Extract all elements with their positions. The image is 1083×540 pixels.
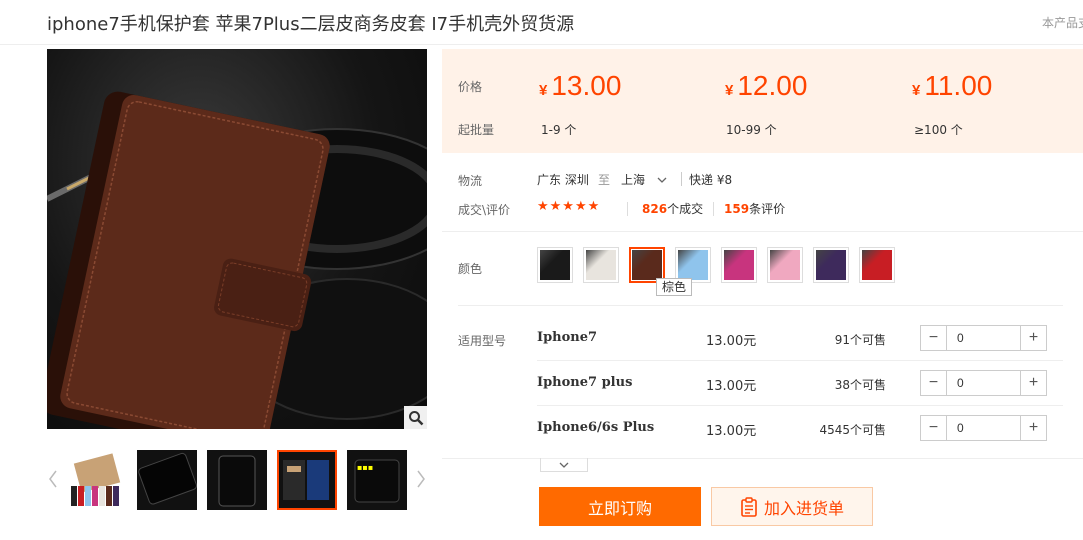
header-divider: [0, 44, 1083, 45]
logistics-divider: [681, 172, 682, 186]
color-swatch-image: [678, 250, 708, 280]
model-row-divider: [537, 360, 1063, 361]
range-tier-2: 10-99 个: [726, 123, 777, 137]
thumbnail-2[interactable]: [137, 450, 197, 510]
model-name: Iphone6/6s Plus: [537, 420, 655, 435]
price-tier-3: ¥11.00: [912, 70, 993, 101]
price-label: 价格: [458, 80, 483, 94]
model-name: Iphone7 plus: [537, 375, 633, 390]
review-count[interactable]: 159条评价: [724, 200, 785, 217]
quantity-stepper: −0 +: [920, 370, 1047, 396]
product-title: iphone7手机保护套 苹果7Plus二层皮商务皮套 I7手机壳外贸货源: [47, 14, 575, 35]
color-swatch-red[interactable]: [859, 247, 895, 283]
chevron-down-icon: [559, 462, 569, 468]
color-swatch-black[interactable]: [537, 247, 573, 283]
decrement-button[interactable]: −: [921, 371, 947, 395]
magnifier-icon: [408, 410, 423, 425]
thumbnail-4[interactable]: [277, 450, 337, 510]
model-stock: 4545个可售: [819, 423, 886, 437]
chevron-left-icon: [49, 470, 57, 488]
color-label: 颜色: [458, 262, 483, 276]
model-stock: 38个可售: [834, 378, 886, 392]
quantity-input[interactable]: 0: [947, 326, 1020, 350]
rating-stars: ★★★★★: [537, 199, 601, 214]
model-label: 适用型号: [458, 334, 507, 348]
model-name: Iphone7: [537, 330, 598, 345]
color-divider: [458, 305, 1063, 306]
ship-method: 快递 ¥8: [689, 173, 733, 187]
color-swatch-image: [632, 250, 662, 280]
decrement-button[interactable]: −: [921, 326, 947, 350]
chevron-down-icon: [657, 177, 667, 183]
thumbnail-3[interactable]: [207, 450, 267, 510]
chevron-right-icon: [417, 470, 425, 488]
range-tier-1: 1-9 个: [541, 123, 577, 137]
ship-to-value: 上海: [621, 173, 646, 187]
color-swatch-image: [862, 250, 892, 280]
ship-from: 广东 深圳: [537, 173, 589, 187]
clipboard-icon: [741, 496, 757, 517]
price-tier-1: ¥13.00: [539, 70, 622, 101]
ship-to-select[interactable]: 上海: [621, 171, 673, 188]
model-price: 13.00元: [706, 334, 757, 349]
reviews-divider-1: [627, 202, 628, 216]
thumbnail-5[interactable]: ▪▪▪: [347, 450, 407, 510]
color-swatch-image: [724, 250, 754, 280]
main-product-image[interactable]: [47, 49, 427, 429]
add-to-cart-button[interactable]: 加入进货单: [711, 487, 873, 526]
logistics-label: 物流: [458, 174, 483, 188]
report-link[interactable]: 本产品支: [1042, 14, 1083, 31]
decrement-button[interactable]: −: [921, 416, 947, 440]
thumb-next-button[interactable]: [414, 466, 428, 492]
price-tier-2: ¥12.00: [725, 70, 808, 101]
expand-models-button[interactable]: [540, 458, 588, 472]
quantity-input[interactable]: 0: [947, 371, 1020, 395]
svg-text:▪▪▪: ▪▪▪: [357, 463, 373, 472]
reviews-label: 成交\评价: [458, 203, 511, 217]
color-tooltip: 棕色: [656, 278, 693, 296]
moq-label: 起批量: [458, 123, 495, 137]
model-stock: 91个可售: [834, 333, 886, 347]
color-swatch-image: [540, 250, 570, 280]
ship-to-word: 至: [598, 173, 611, 187]
quantity-stepper: −0 +: [920, 325, 1047, 351]
color-swatch-image: [770, 250, 800, 280]
quantity-stepper: −0 +: [920, 415, 1047, 441]
thumb-prev-button[interactable]: [46, 466, 60, 492]
color-swatch-pink[interactable]: [767, 247, 803, 283]
range-tier-3: ≥100 个: [914, 123, 963, 137]
increment-button[interactable]: +: [1020, 326, 1046, 350]
model-price: 13.00元: [706, 424, 757, 439]
section-divider: [442, 231, 1083, 232]
reviews-divider-2: [713, 202, 714, 216]
thumbnail-1[interactable]: [67, 450, 127, 510]
color-swatch-image: [816, 250, 846, 280]
color-swatch-purple[interactable]: [813, 247, 849, 283]
model-price: 13.00元: [706, 379, 757, 394]
color-swatch-image: [586, 250, 616, 280]
increment-button[interactable]: +: [1020, 371, 1046, 395]
model-list-bottom-divider: [442, 458, 1083, 459]
buy-now-button[interactable]: 立即订购: [539, 487, 701, 526]
deals-count[interactable]: 826个成交: [642, 200, 703, 217]
color-swatch-magenta[interactable]: [721, 247, 757, 283]
quantity-input[interactable]: 0: [947, 416, 1020, 440]
color-swatch-white[interactable]: [583, 247, 619, 283]
model-row-divider: [537, 405, 1063, 406]
increment-button[interactable]: +: [1020, 416, 1046, 440]
add-to-cart-label: 加入进货单: [763, 498, 844, 518]
zoom-button[interactable]: [404, 406, 427, 429]
